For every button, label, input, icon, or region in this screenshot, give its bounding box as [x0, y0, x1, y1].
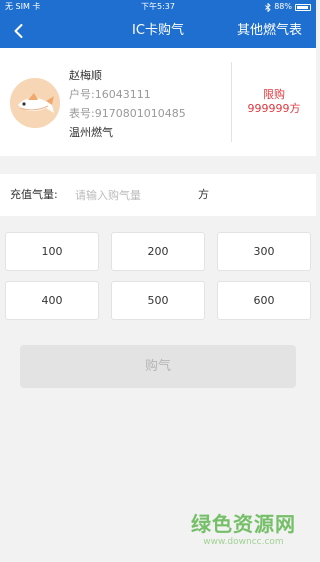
account-name: 赵梅顺 — [69, 69, 102, 82]
limit-label: 限购 — [263, 88, 285, 101]
other-meter-button[interactable]: 其他燃气表 — [237, 14, 302, 48]
amount-option-100[interactable]: 100 — [5, 232, 99, 271]
watermark-brand: 绿色资源网 — [191, 512, 296, 536]
meter-number: 表号:9170801010485 — [69, 107, 186, 120]
gas-company: 温州燃气 — [69, 126, 113, 139]
avatar — [10, 78, 60, 128]
bluetooth-icon — [265, 2, 271, 12]
watermark-url: www.downcc.com — [203, 537, 284, 547]
amount-option-600[interactable]: 600 — [217, 281, 311, 320]
amount-option-300[interactable]: 300 — [217, 232, 311, 271]
fish-avatar-icon — [10, 78, 60, 128]
amount-option-500[interactable]: 500 — [111, 281, 205, 320]
account-info: 赵梅顺 户号:16043111 表号:9170801010485 温州燃气 — [69, 66, 186, 142]
buy-gas-button[interactable]: 购气 — [20, 345, 296, 388]
gas-amount-label: 充值气量: — [10, 188, 58, 201]
gas-amount-row: 充值气量: 方 — [0, 174, 316, 216]
account-card: 赵梅顺 户号:16043111 表号:9170801010485 温州燃气 限购… — [0, 48, 316, 156]
battery-percent: 88% — [274, 2, 292, 11]
watermark: 绿色资源网 www.downcc.com — [191, 508, 296, 547]
amount-option-200[interactable]: 200 — [111, 232, 205, 271]
amount-option-400[interactable]: 400 — [5, 281, 99, 320]
gas-amount-input[interactable] — [75, 174, 185, 216]
nav-bar: IC卡购气 其他燃气表 — [0, 14, 316, 48]
app-header: 无 SIM 卡 下午5:37 88% IC卡购气 其他燃气表 — [0, 0, 316, 48]
household-number: 户号:16043111 — [69, 88, 151, 101]
limit-value: 999999方 — [247, 102, 301, 115]
status-bar: 无 SIM 卡 下午5:37 88% — [0, 0, 316, 14]
purchase-limit: 限购 999999方 — [232, 88, 316, 116]
gas-amount-unit: 方 — [198, 188, 209, 201]
battery-icon — [295, 3, 311, 11]
status-right: 88% — [265, 0, 311, 14]
